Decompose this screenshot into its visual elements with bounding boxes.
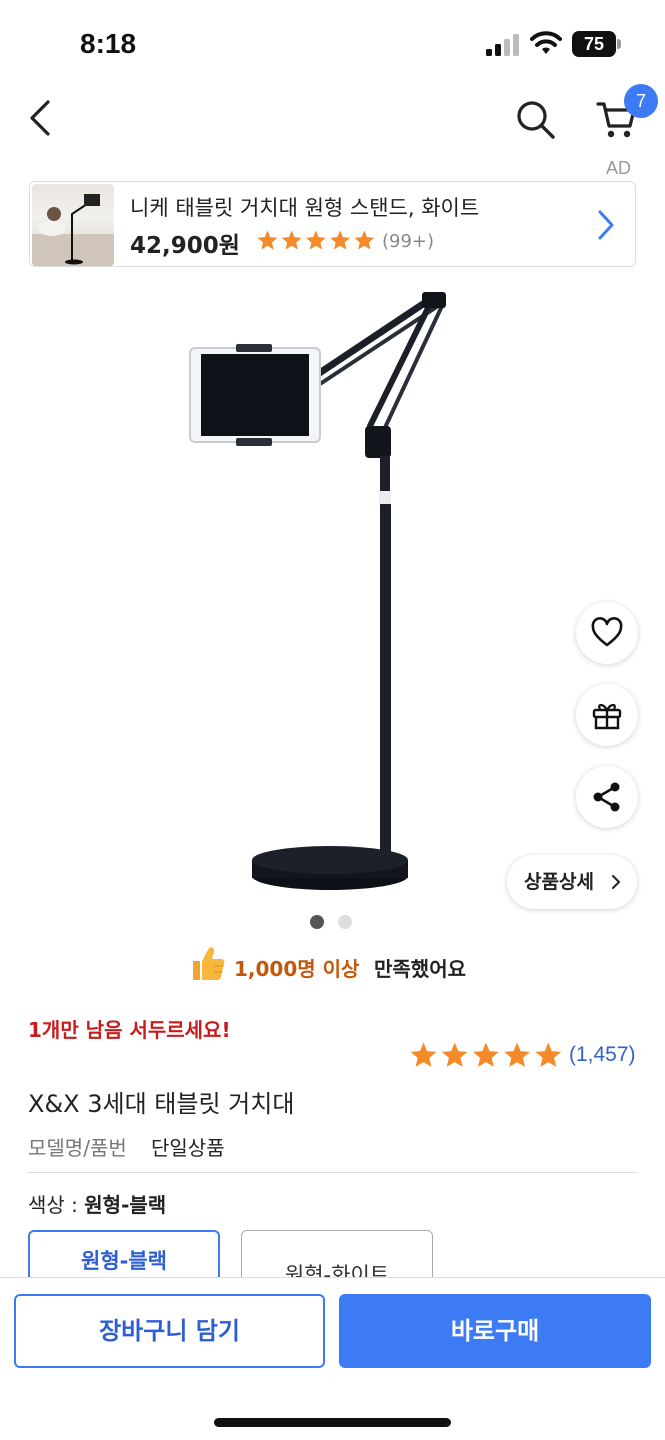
chevron-right-icon [612,875,621,889]
star-icon [473,1042,499,1067]
option-selected-value: 원형-블랙 [84,1193,167,1217]
stock-notice: 1개만 남음 서두르세요! [28,1018,231,1042]
satisfaction-count: 1,000명 이상 [234,957,360,981]
model-value: 단일상품 [151,1136,225,1160]
product-detail-label: 상품상세 [524,871,594,893]
rating-count[interactable]: (1,457) [569,1043,636,1067]
home-indicator[interactable] [214,1418,451,1427]
wishlist-button[interactable] [576,602,638,664]
option-label: 색상 : 원형-블랙 [28,1189,166,1218]
star-icon [410,1042,437,1067]
ad-label: AD [606,158,632,178]
star-icon [305,230,326,250]
ad-review-count: (99+) [382,231,435,252]
battery-level: 75 [572,31,616,57]
cellular-signal-icon [486,34,519,56]
product-image[interactable] [170,286,470,906]
back-icon[interactable] [22,96,62,140]
ad-price: 42,900원 [130,233,240,259]
thumbs-up-icon [193,947,225,980]
chevron-right-icon [598,210,614,240]
rating-stars[interactable] [410,1042,562,1070]
bottom-action-bar: 장바구니 담기 바로구매 [0,1277,665,1440]
gift-button[interactable] [576,684,638,746]
star-icon [330,230,351,250]
star-icon [504,1042,530,1067]
gift-icon [592,703,622,730]
option-label-text: 색상 : [28,1193,85,1217]
product-detail-button[interactable]: 상품상세 [507,855,637,909]
satisfaction-text: 만족했어요 [374,957,466,981]
star-icon [354,230,375,250]
divider [28,1172,638,1173]
star-icon [281,230,302,250]
ad-thumbnail [32,184,114,266]
ad-banner[interactable]: 니케 태블릿 거치대 원형 스탠드, 화이트 42,900원 (99+) [29,181,636,267]
wifi-icon [530,31,562,54]
battery-indicator: 75 [572,31,622,57]
share-button[interactable] [576,766,638,828]
star-icon [257,230,278,250]
search-icon[interactable] [512,96,558,142]
buy-now-button[interactable]: 바로구매 [339,1294,651,1368]
cart-count-badge: 7 [624,84,658,118]
star-icon [535,1042,562,1067]
pagination-dot[interactable] [338,915,352,929]
add-to-cart-button[interactable]: 장바구니 담기 [14,1294,325,1368]
heart-icon [591,617,623,647]
model-label: 모델명/품번 [28,1136,127,1160]
ad-title: 니케 태블릿 거치대 원형 스탠드, 화이트 [130,196,480,220]
product-title: X&X 3세대 태블릿 거치대 [28,1090,295,1118]
ad-rating-stars [257,230,375,250]
status-time: 8:18 [80,28,137,59]
share-icon [593,782,620,812]
status-bar: 8:18 75 [0,0,665,80]
pagination-dot-active[interactable] [310,915,324,929]
star-icon [441,1042,468,1067]
